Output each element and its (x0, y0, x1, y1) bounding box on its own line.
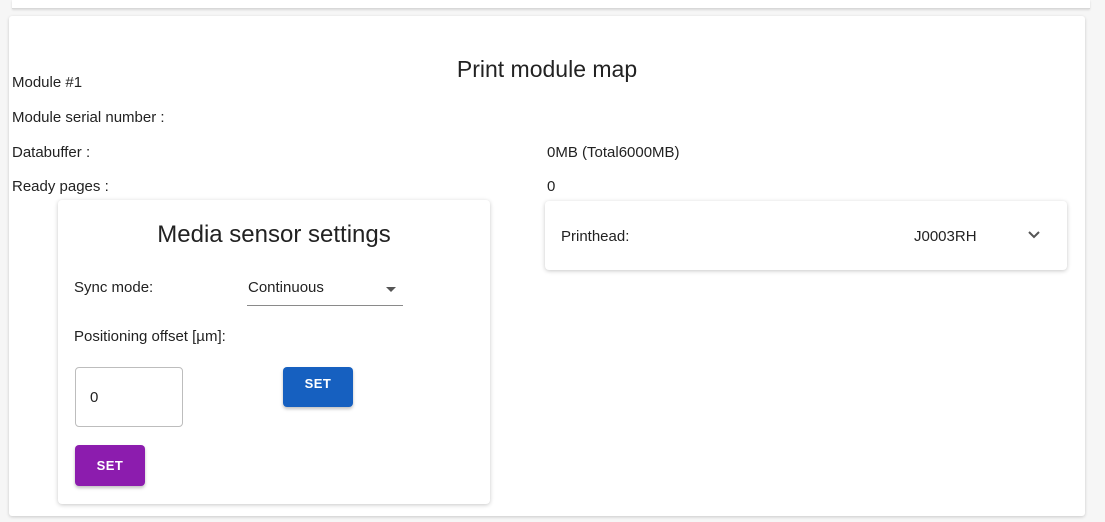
printhead-expansion-panel[interactable]: Printhead: J0003RH (545, 201, 1067, 270)
printhead-label: Printhead: (561, 228, 630, 245)
printhead-value: J0003RH (914, 228, 977, 245)
page-title: Print module map (456, 56, 638, 82)
set-button-blue[interactable]: SET (283, 367, 353, 407)
databuffer-value: 0MB (Total6000MB) (547, 144, 680, 161)
databuffer-label: Databuffer : (12, 144, 91, 161)
chevron-down-icon[interactable] (1027, 230, 1041, 240)
module-serial-label: Module serial number : (12, 109, 165, 126)
positioning-offset-label: Positioning offset [µm]: (74, 328, 226, 345)
media-sensor-settings-card: Media sensor settings Sync mode: Continu… (58, 200, 490, 504)
positioning-offset-input[interactable] (75, 367, 183, 427)
media-sensor-title: Media sensor settings (157, 221, 391, 248)
set-button-purple[interactable]: SET (75, 445, 145, 486)
top-bar (12, 0, 1090, 9)
module-name: Module #1 (12, 74, 83, 91)
caret-down-icon (386, 287, 396, 292)
sync-mode-label: Sync mode: (74, 279, 154, 296)
sync-mode-value: Continuous (248, 279, 324, 296)
sync-mode-select[interactable]: Continuous (247, 276, 403, 306)
ready-pages-value: 0 (547, 178, 556, 195)
ready-pages-label: Ready pages : (12, 178, 109, 195)
